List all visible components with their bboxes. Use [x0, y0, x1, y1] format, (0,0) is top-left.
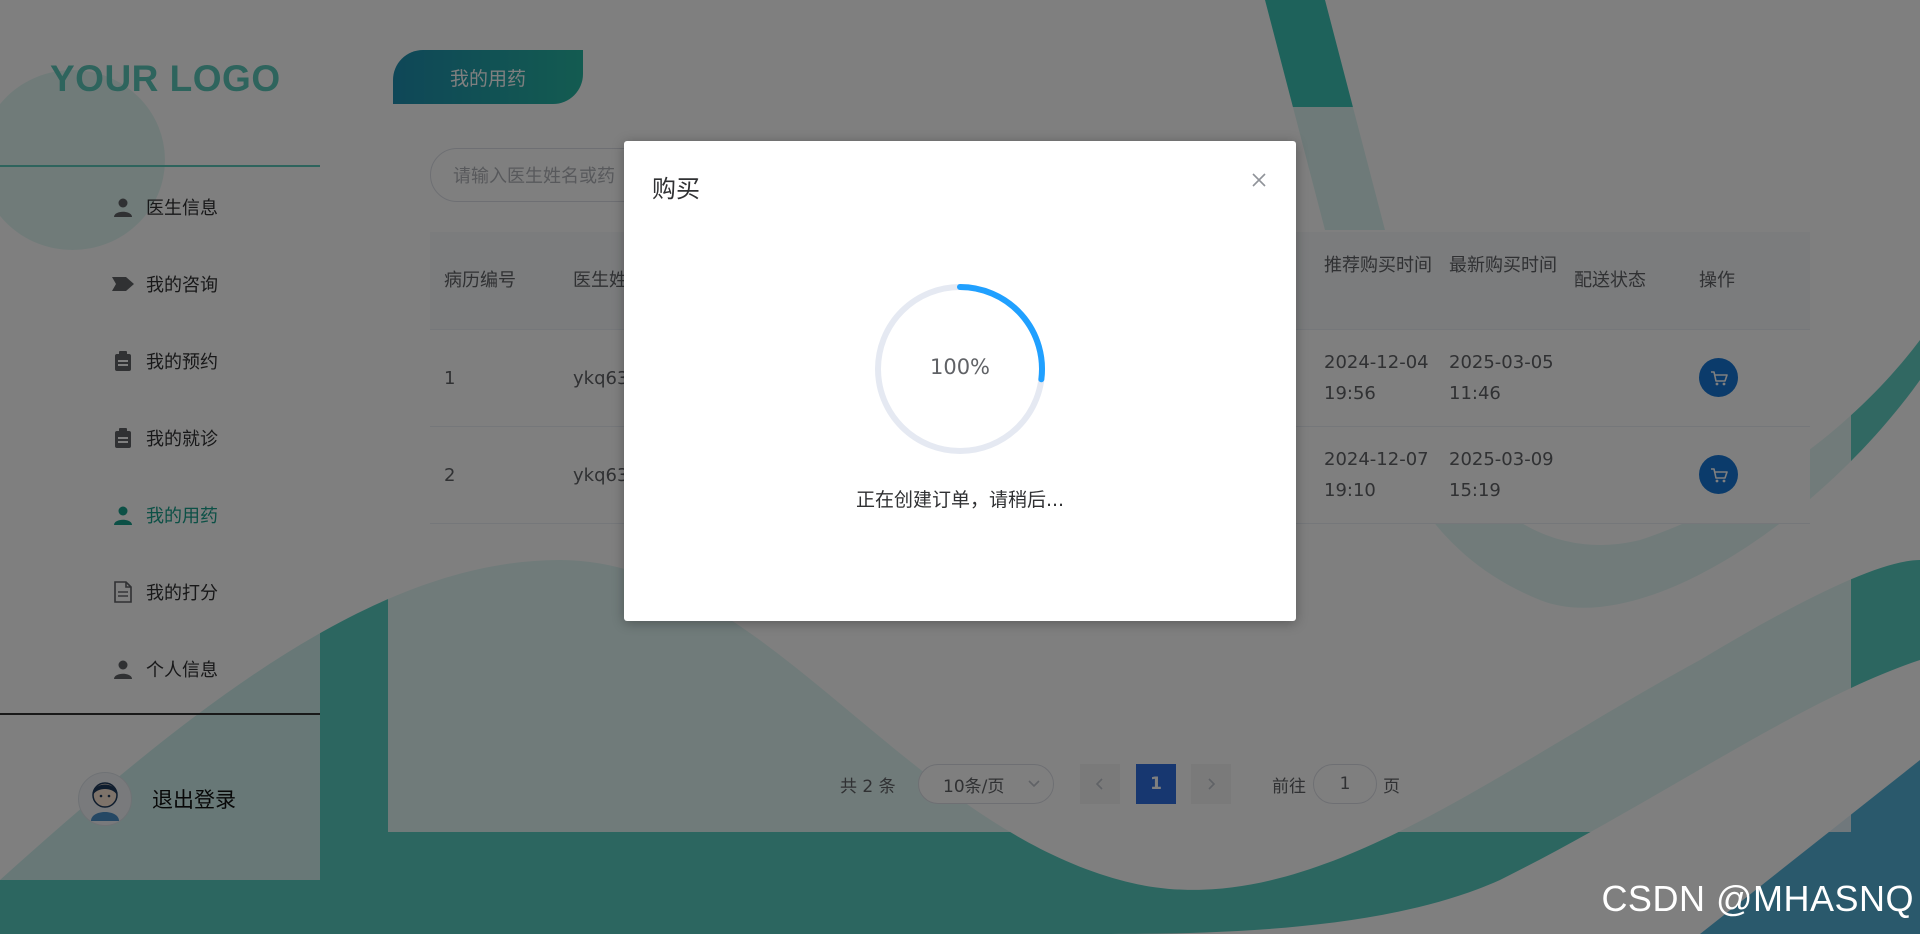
watermark: CSDN @MHASNQ [1601, 878, 1914, 919]
progress-percent: 100% [929, 355, 991, 379]
dialog-title: 购买 [652, 175, 700, 203]
dialog-message: 正在创建订单，请稍后... [855, 489, 1065, 511]
close-icon [1252, 173, 1266, 187]
purchase-dialog: 购买 100% 正在创建订单，请稍后... [624, 141, 1296, 621]
close-button[interactable] [1248, 169, 1270, 191]
